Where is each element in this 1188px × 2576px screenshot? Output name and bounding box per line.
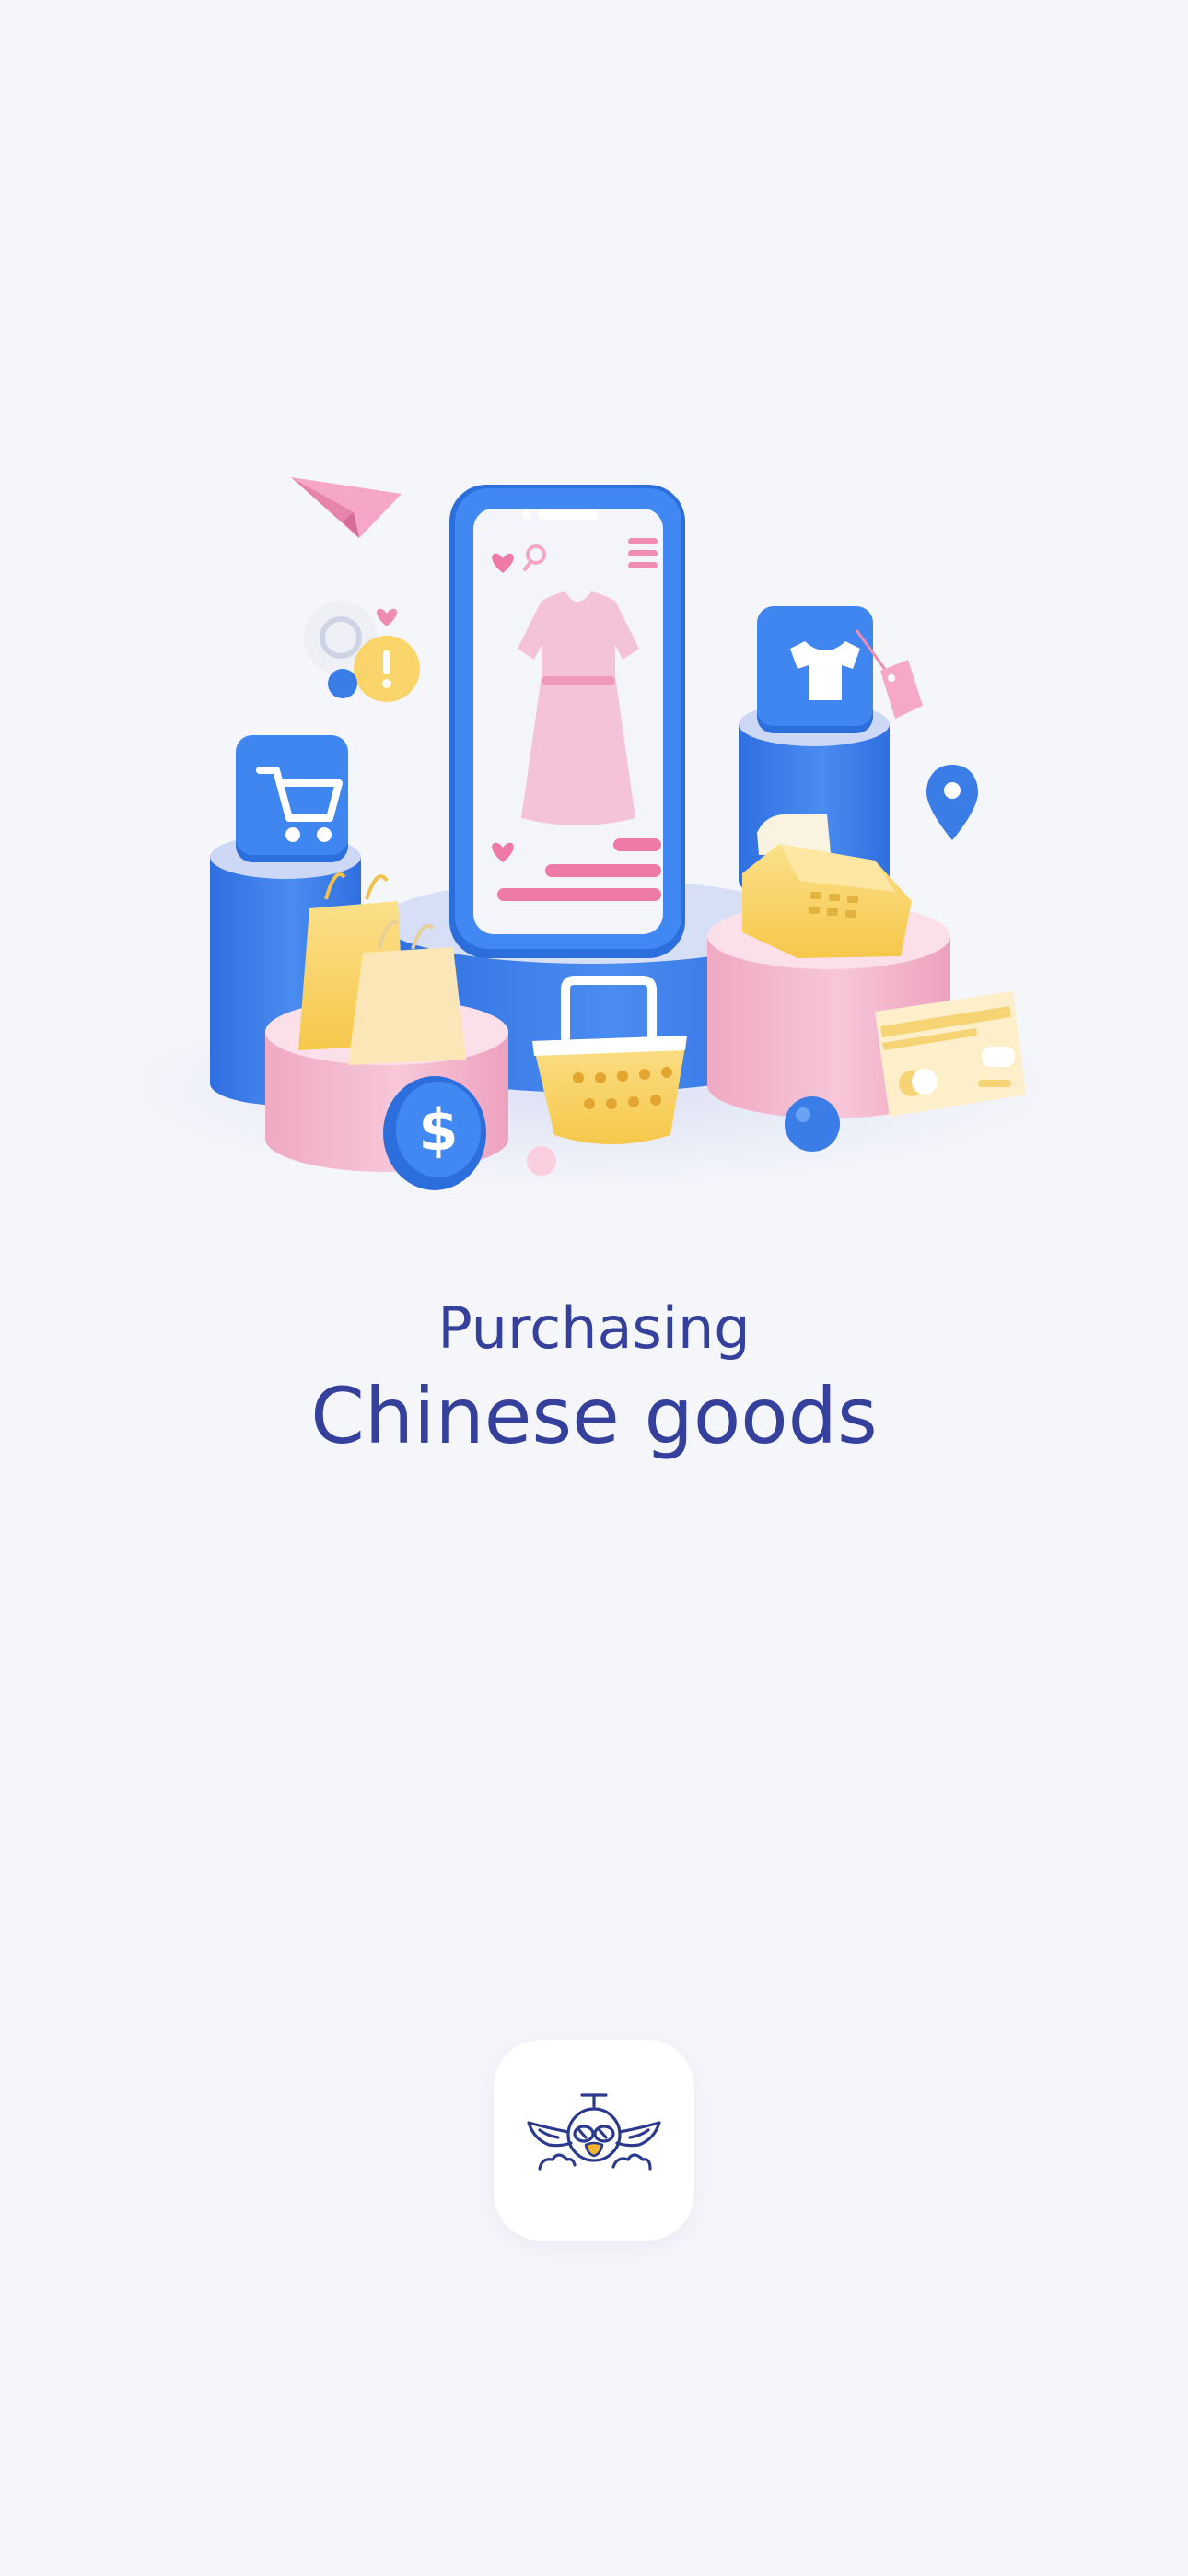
splash-title: Chinese goods: [310, 1371, 878, 1461]
cart-tile-icon: [236, 735, 348, 862]
svg-text:$: $: [418, 1096, 458, 1164]
pink-ball-icon: [527, 1146, 556, 1176]
shopping-illustration: $: [0, 0, 1188, 1244]
splash-subtitle: Purchasing: [437, 1294, 751, 1362]
app-logo-tile: [494, 2040, 694, 2241]
shirt-tile-icon: [757, 606, 873, 733]
chat-bubbles-icon: [304, 601, 420, 702]
paper-plane-icon: [291, 477, 402, 538]
phone-icon: [449, 485, 685, 958]
bird-airplane-logo-icon: [527, 2093, 661, 2171]
credit-card-icon: [875, 991, 1026, 1117]
location-pin-icon: [926, 765, 978, 840]
blue-ball-icon: [785, 1096, 840, 1152]
coin-icon: $: [383, 1076, 486, 1190]
